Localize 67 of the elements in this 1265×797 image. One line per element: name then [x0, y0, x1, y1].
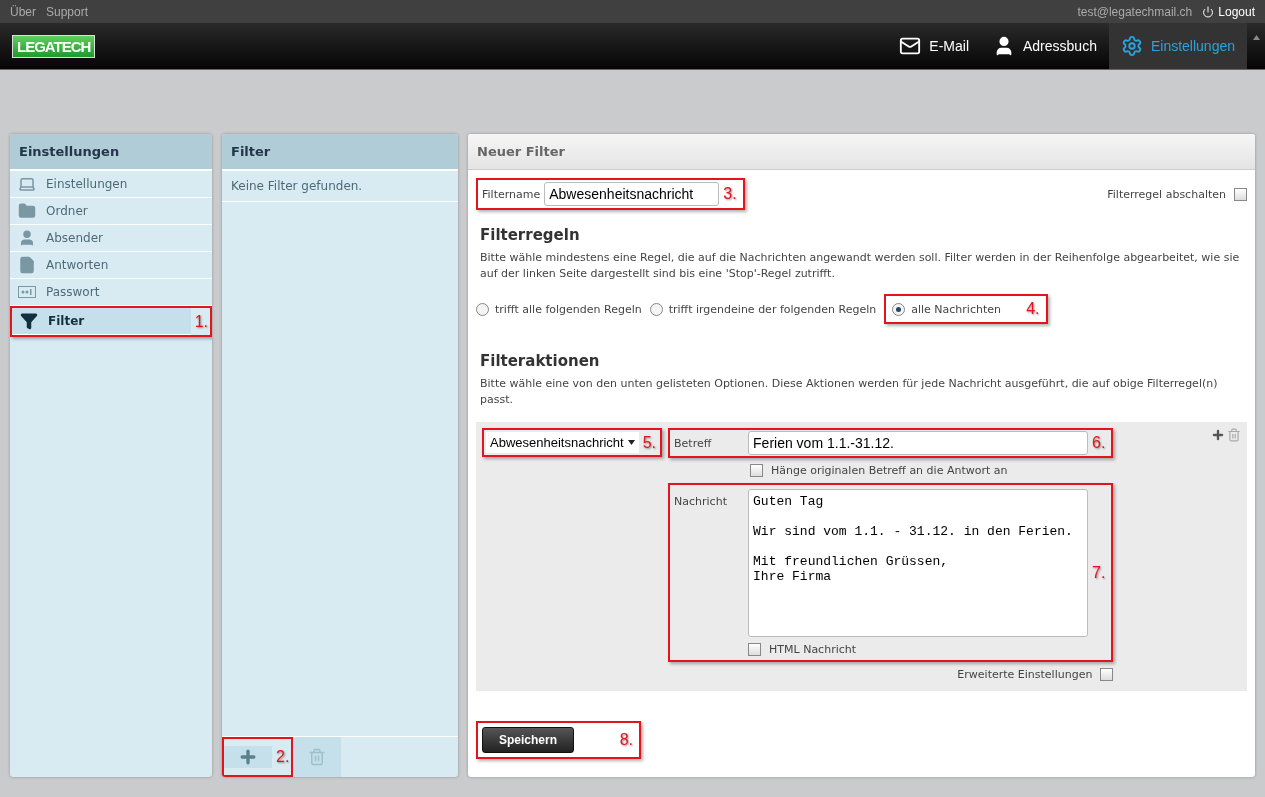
trash-icon — [308, 748, 327, 766]
laptop-icon — [18, 175, 36, 193]
sidebar-item[interactable]: Filter — [12, 308, 191, 335]
caret-icon — [1252, 35, 1260, 40]
settings-icon — [1120, 35, 1143, 57]
empty-message: Keine Filter gefunden. — [222, 171, 458, 202]
callout-number: 6. — [1092, 434, 1107, 452]
field-label: Filtername — [482, 187, 541, 201]
panel-title: Neuer Filter — [468, 134, 1255, 170]
radio-button[interactable] — [892, 302, 906, 316]
document-icon — [18, 256, 36, 274]
top-link[interactable]: Support — [46, 4, 89, 19]
callout-number: 8. — [619, 731, 634, 749]
user-email[interactable]: test@legatechmail.ch — [1077, 4, 1193, 19]
callout-number: 1. — [194, 312, 209, 331]
person-icon — [18, 229, 36, 247]
subject-field[interactable]: Ferien vom 1.1.-31.12. — [748, 431, 1089, 455]
radio-label: trifft alle folgenden Regeln — [495, 302, 642, 316]
field-label: Betreff — [674, 436, 713, 450]
section-heading: Filterregeln — [480, 226, 581, 244]
radio-button[interactable] — [649, 302, 663, 316]
callout-number: 3. — [723, 185, 738, 203]
paragraph: Bitte wähle mindestens eine Regel, die auf die Nachrichten angewandt werden soll. Filter werden in der Reihenfolge abgearbeitet, wie sie auf der linken Seite dargestellt sind bis eine 'Stop'-Regel zutrifft. — [480, 250, 1241, 282]
checkbox[interactable] — [1234, 187, 1247, 201]
nav-tab[interactable]: E-Mail — [887, 23, 981, 69]
caret-icon — [627, 440, 635, 445]
callout-number: 7. — [1092, 563, 1107, 582]
password-icon — [18, 286, 36, 298]
sidebar-item[interactable]: Absender — [10, 225, 212, 252]
checkbox[interactable] — [750, 464, 764, 477]
paragraph: Bitte wähle eine von den unten gelisteten Optionen. Diese Aktionen werden für jede Nachricht ausgeführt, die auf obige Filterregel(n) passt. — [480, 376, 1219, 408]
section-heading: Filteraktionen — [480, 352, 601, 370]
checkbox[interactable] — [748, 643, 762, 656]
checkbox-label: HTML Nachricht — [769, 643, 857, 656]
top-link[interactable]: Über — [10, 4, 36, 19]
logout-link[interactable]: Logout — [1202, 4, 1255, 19]
filtername-field[interactable]: Abwesenheitsnachricht — [544, 182, 720, 206]
add-button[interactable] — [224, 746, 272, 768]
filter-icon — [20, 312, 38, 330]
save-button[interactable]: Speichern — [482, 727, 575, 753]
action-dropdown[interactable]: Abwesenheitsnachricht — [486, 432, 639, 453]
message-field[interactable]: Guten Tag Wir sind vom 1.1. - 31.12. in den Ferien. Mit freundlichen Grüssen, Ihre Firma — [748, 489, 1089, 637]
nav-tab[interactable]: Adressbuch — [981, 23, 1109, 69]
field-label: Nachricht — [674, 494, 728, 508]
panel-title: Filter — [222, 134, 458, 171]
callout-number: 5. — [642, 433, 658, 452]
radio-label: alle Nachrichten — [911, 302, 1001, 316]
sidebar-item[interactable]: Ordner — [10, 198, 212, 225]
radio-label: trifft irgendeine der folgenden Regeln — [668, 302, 877, 316]
checkbox-label: Filterregel abschalten — [1107, 187, 1226, 201]
sidebar-item[interactable]: Einstellungen — [10, 171, 212, 198]
checkbox-label: Erweiterte Einstellungen — [957, 668, 1093, 681]
add-icon[interactable] — [1211, 428, 1225, 442]
envelope-icon — [899, 35, 922, 57]
panel-title: Einstellungen — [10, 134, 212, 171]
folder-icon — [18, 202, 36, 220]
power-icon — [1202, 5, 1215, 18]
checkbox-label: Hänge originalen Betreff an die Antwort an — [771, 464, 1008, 477]
plus-icon — [238, 747, 258, 767]
nav-tab[interactable]: Einstellungen — [1108, 23, 1247, 69]
logo: LEGATECH — [12, 34, 96, 58]
callout-number: 4. — [1026, 300, 1041, 318]
checkbox[interactable] — [1100, 668, 1114, 681]
callout-number: 2. — [276, 748, 291, 766]
radio-button[interactable] — [476, 302, 489, 316]
sidebar-item[interactable]: Antworten — [10, 252, 212, 279]
sidebar-item[interactable]: Passwort — [10, 279, 212, 306]
